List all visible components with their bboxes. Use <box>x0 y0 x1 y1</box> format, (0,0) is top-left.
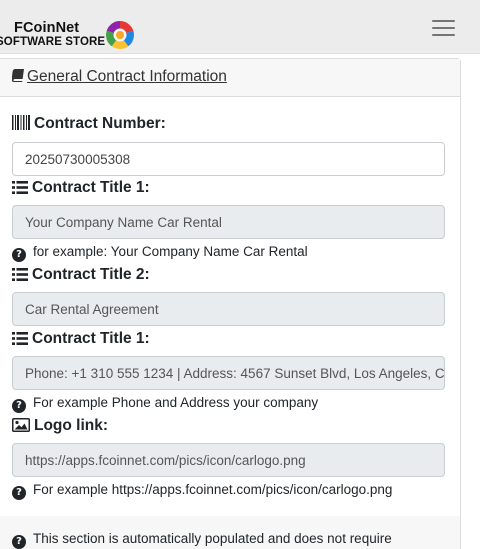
contract-title-2-label: Contract Title 2: <box>12 266 150 284</box>
image-icon <box>12 418 30 432</box>
contract-title-3-label: Contract Title 1: <box>12 330 150 348</box>
contract-number-label-text: Contract Number: <box>34 115 166 132</box>
brand-logo-icon <box>106 21 134 49</box>
hamburger-icon <box>432 20 455 22</box>
hamburger-icon-bar <box>432 34 455 36</box>
logo-link-hint-text: For example https://apps.fcoinnet.com/pi… <box>33 482 393 497</box>
contract-title-3-hint-text: For example Phone and Address your compa… <box>33 395 319 410</box>
contract-title-3-input[interactable]: Phone: +1 310 555 1234 | Address: 4567 S… <box>12 356 445 390</box>
barcode-icon <box>12 115 30 130</box>
list-icon <box>12 268 28 281</box>
contract-title-2-label-text: Contract Title 2: <box>32 266 150 283</box>
question-circle-icon: ? <box>12 486 26 500</box>
contract-title-1-label-text: Contract Title 1: <box>32 179 150 196</box>
contract-number-input[interactable]: 20250730005308 <box>12 142 445 176</box>
list-icon <box>12 181 28 194</box>
logo-link-input[interactable]: https://apps.fcoinnet.com/pics/icon/carl… <box>12 443 445 477</box>
contract-number-label: Contract Number: <box>12 115 166 133</box>
contract-title-3-label-text: Contract Title 1: <box>32 330 150 347</box>
contract-title-2-input[interactable]: Car Rental Agreement <box>12 292 445 326</box>
contract-title-1-label: Contract Title 1: <box>12 179 150 197</box>
logo-link-hint: ? For example https://apps.fcoinnet.com/p… <box>12 482 392 500</box>
navbar: FCoinNet SOFTWARE STORE <box>0 0 480 54</box>
auto-populated-note-text: This section is automatically populated … <box>33 531 392 546</box>
question-circle-icon: ? <box>12 248 26 262</box>
contract-title-3-hint: ? For example Phone and Address your comp… <box>12 395 318 413</box>
contract-title-1-input[interactable]: Your Company Name Car Rental <box>12 205 445 239</box>
card-header-title: General Contract Information <box>27 68 227 85</box>
logo-link-label-text: Logo link: <box>34 417 109 434</box>
logo-link-label: Logo link: <box>12 417 108 435</box>
contract-title-1-hint-text: for example: Your Company Name Car Renta… <box>33 244 308 259</box>
question-circle-icon: ? <box>12 535 26 549</box>
contract-title-1-hint: ? for example: Your Company Name Car Rent… <box>12 244 308 262</box>
hamburger-icon-bar <box>432 27 455 29</box>
book-icon <box>12 69 24 82</box>
question-circle-icon: ? <box>12 399 26 413</box>
auto-populated-note: ? This section is automatically populated… <box>0 516 460 549</box>
brand-tagline: SOFTWARE STORE <box>0 36 106 48</box>
list-icon <box>12 332 28 345</box>
card-header[interactable]: General Contract Information <box>0 59 460 97</box>
brand-name: FCoinNet <box>14 20 80 36</box>
menu-toggle-button[interactable] <box>432 20 455 37</box>
